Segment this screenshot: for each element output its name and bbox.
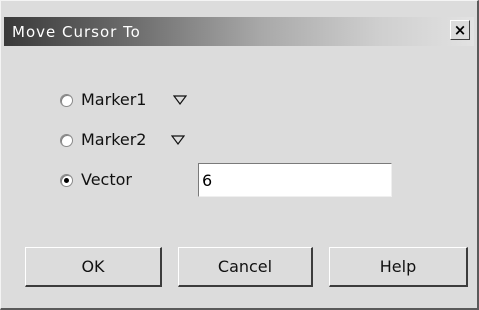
radio-marker1[interactable] (60, 94, 73, 107)
move-cursor-dialog: Move Cursor To × Marker1 Marker2 Vector … (0, 0, 479, 310)
close-icon: × (453, 21, 467, 39)
vector-input[interactable] (198, 163, 392, 197)
dialog-title: Move Cursor To (12, 23, 141, 41)
option-marker2-label: Marker2 (81, 130, 147, 149)
radio-vector[interactable] (60, 174, 73, 187)
option-marker1-label: Marker1 (81, 90, 147, 109)
ok-button[interactable]: OK (25, 247, 162, 287)
radio-marker2[interactable] (60, 134, 73, 147)
option-vector-label: Vector (81, 170, 132, 189)
help-button[interactable]: Help (329, 247, 468, 287)
option-marker2[interactable]: Marker2 (60, 130, 390, 154)
cancel-button[interactable]: Cancel (178, 247, 313, 287)
option-marker1[interactable]: Marker1 (60, 90, 390, 114)
title-bar[interactable]: Move Cursor To × (4, 17, 474, 46)
close-button[interactable]: × (450, 20, 470, 40)
